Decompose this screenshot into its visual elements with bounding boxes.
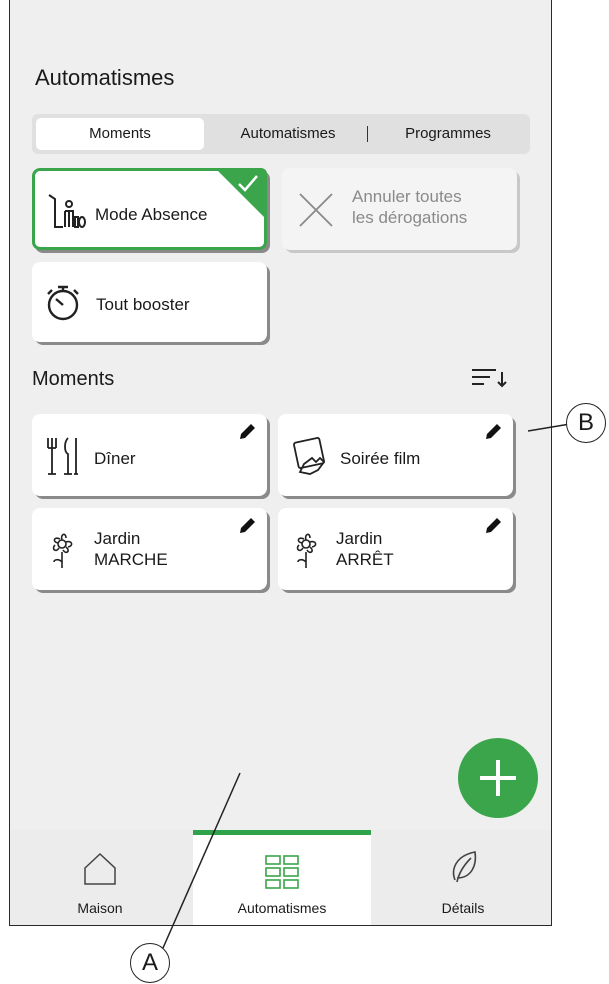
mode-absence-label: Mode Absence xyxy=(95,205,208,224)
moments-section-title: Moments xyxy=(32,368,115,390)
moment-label-jardin-marche: Jardin MARCHE xyxy=(94,529,168,569)
moment-card-diner[interactable]: Dîner xyxy=(32,414,267,496)
sort-icon[interactable] xyxy=(470,366,510,395)
callout-b: B xyxy=(566,403,606,443)
check-icon xyxy=(236,173,260,200)
add-button[interactable] xyxy=(458,738,538,818)
segmented-control: Moments Automatismes Programmes xyxy=(32,114,530,154)
nav-label-details: Détails xyxy=(441,900,485,916)
page-title: Automatismes xyxy=(35,65,175,90)
cancel-derogations-label: Annuler toutes les dérogations xyxy=(352,187,468,227)
callout-a: A xyxy=(130,943,170,983)
nav-item-details[interactable]: Détails xyxy=(373,830,551,925)
tab-programmes[interactable]: Programmes xyxy=(368,114,528,154)
nav-item-maison[interactable]: Maison xyxy=(10,830,190,925)
moment-label-jardin-arret: Jardin ARRÊT xyxy=(336,529,394,569)
edit-pencil-icon[interactable] xyxy=(483,516,503,541)
moment-label-diner: Dîner xyxy=(94,449,136,468)
leaf-icon xyxy=(449,850,479,891)
nav-label-maison: Maison xyxy=(77,900,123,916)
cancel-derogations-card[interactable]: Annuler toutes les dérogations xyxy=(282,168,517,250)
tab-moments[interactable]: Moments xyxy=(36,118,204,150)
edit-pencil-icon[interactable] xyxy=(483,422,503,447)
tout-booster-card[interactable]: Tout booster xyxy=(32,262,267,342)
house-icon xyxy=(82,850,118,891)
moment-label-soiree-film: Soirée film xyxy=(340,449,421,468)
active-tab-indicator xyxy=(193,830,371,835)
mode-absence-card[interactable]: Mode Absence xyxy=(32,168,267,250)
stopwatch-icon xyxy=(42,282,84,329)
flower-icon xyxy=(46,530,78,575)
grid-icon xyxy=(264,854,300,895)
tablet-hand-icon xyxy=(290,436,332,481)
cutlery-icon xyxy=(46,436,80,481)
flower-icon xyxy=(290,530,322,575)
plus-icon xyxy=(476,756,520,805)
moment-card-soiree-film[interactable]: Soirée film xyxy=(278,414,513,496)
edit-pencil-icon[interactable] xyxy=(237,422,257,447)
nav-label-automatismes: Automatismes xyxy=(237,900,327,916)
tab-automatismes[interactable]: Automatismes xyxy=(210,114,366,154)
moment-card-jardin-marche[interactable]: Jardin MARCHE xyxy=(32,508,267,590)
edit-pencil-icon[interactable] xyxy=(237,516,257,541)
nav-item-automatismes[interactable]: Automatismes xyxy=(193,830,371,925)
phone-screen: Automatismes Moments Automatismes Progra… xyxy=(9,0,552,926)
moment-card-jardin-arret[interactable]: Jardin ARRÊT xyxy=(278,508,513,590)
bottom-nav: Maison Automatismes Détails xyxy=(10,830,551,925)
tout-booster-label: Tout booster xyxy=(96,295,190,314)
person-away-icon xyxy=(47,189,87,234)
close-x-icon xyxy=(296,190,336,235)
